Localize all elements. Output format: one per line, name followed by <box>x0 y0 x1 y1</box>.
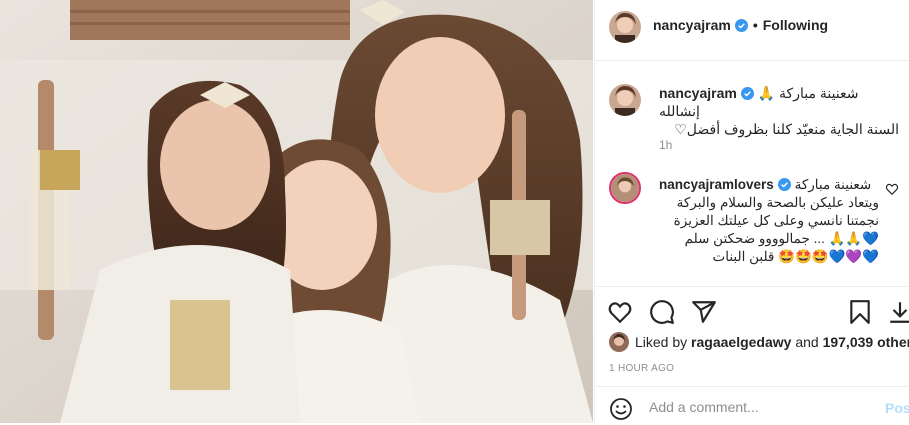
caption-avatar[interactable] <box>609 84 641 116</box>
post-header: nancyajram • Following <box>595 0 909 61</box>
caption-time[interactable]: 1h <box>659 138 672 152</box>
bookmark-icon[interactable] <box>847 299 873 325</box>
likes-count[interactable]: 197,039 others <box>823 334 909 350</box>
caption-line-2: السنة الجاية منعيّد كلنا بظروف أفضل♡ <box>674 121 899 137</box>
likes-user[interactable]: ragaaelgedawy <box>691 334 791 350</box>
post-side-panel: nancyajram • Following nancyajram شعنينة م… <box>594 0 909 423</box>
comment-line-5: 💙💜💙🤩🤩🤩 قلبن البنات <box>712 249 879 264</box>
comment-line-2: ويتعاد عليكن بالصحة والسلام والبركة <box>676 195 879 210</box>
add-comment-bar: Post <box>595 386 909 425</box>
comment-text: nancyajramlovers شعنينة مباركة ويتعاد عل… <box>659 176 879 266</box>
commenter-avatar[interactable] <box>609 172 641 204</box>
post-actions <box>595 286 909 335</box>
liker-avatar[interactable] <box>609 332 629 352</box>
download-icon[interactable] <box>887 299 909 325</box>
likes-line: Liked by ragaaelgedawy and 197,039 other… <box>609 332 909 352</box>
header-username[interactable]: nancyajram <box>653 17 731 33</box>
following-button[interactable]: Following <box>763 17 828 33</box>
caption-username[interactable]: nancyajram <box>659 85 737 101</box>
comment-icon[interactable] <box>649 299 675 325</box>
header-separator: • <box>752 17 758 33</box>
post-comment-button[interactable]: Post <box>885 400 909 416</box>
caption-text: nancyajram شعنينة مباركة 🙏 إنشالله السنة… <box>659 84 899 138</box>
add-comment-input[interactable] <box>649 395 869 419</box>
share-icon[interactable] <box>691 299 717 325</box>
comment-username[interactable]: nancyajramlovers <box>659 177 774 192</box>
heart-icon[interactable] <box>607 299 633 325</box>
smile-emoji-icon[interactable] <box>609 397 633 421</box>
comment-line-4: 💙🙏🙏 ... جمالوووو ضحكتن سلم <box>684 231 879 246</box>
header-line: nancyajram • Following <box>653 17 828 33</box>
verified-badge-icon <box>734 19 748 32</box>
likes-and: and <box>795 334 819 350</box>
comment-like-heart-icon[interactable] <box>885 182 899 196</box>
profile-avatar[interactable] <box>609 11 641 43</box>
post-photo[interactable] <box>0 0 593 423</box>
likes-prefix: Liked by <box>635 334 688 350</box>
post-image <box>0 0 593 423</box>
verified-badge-icon <box>777 178 791 191</box>
comment-line-1: شعنينة مباركة <box>794 177 872 192</box>
post-timestamp[interactable]: 1 HOUR AGO <box>609 363 674 374</box>
comment-line-3: نجمتنا نانسي وعلى كل عيلتك العزيزة <box>673 213 879 228</box>
verified-badge-icon <box>740 87 754 100</box>
